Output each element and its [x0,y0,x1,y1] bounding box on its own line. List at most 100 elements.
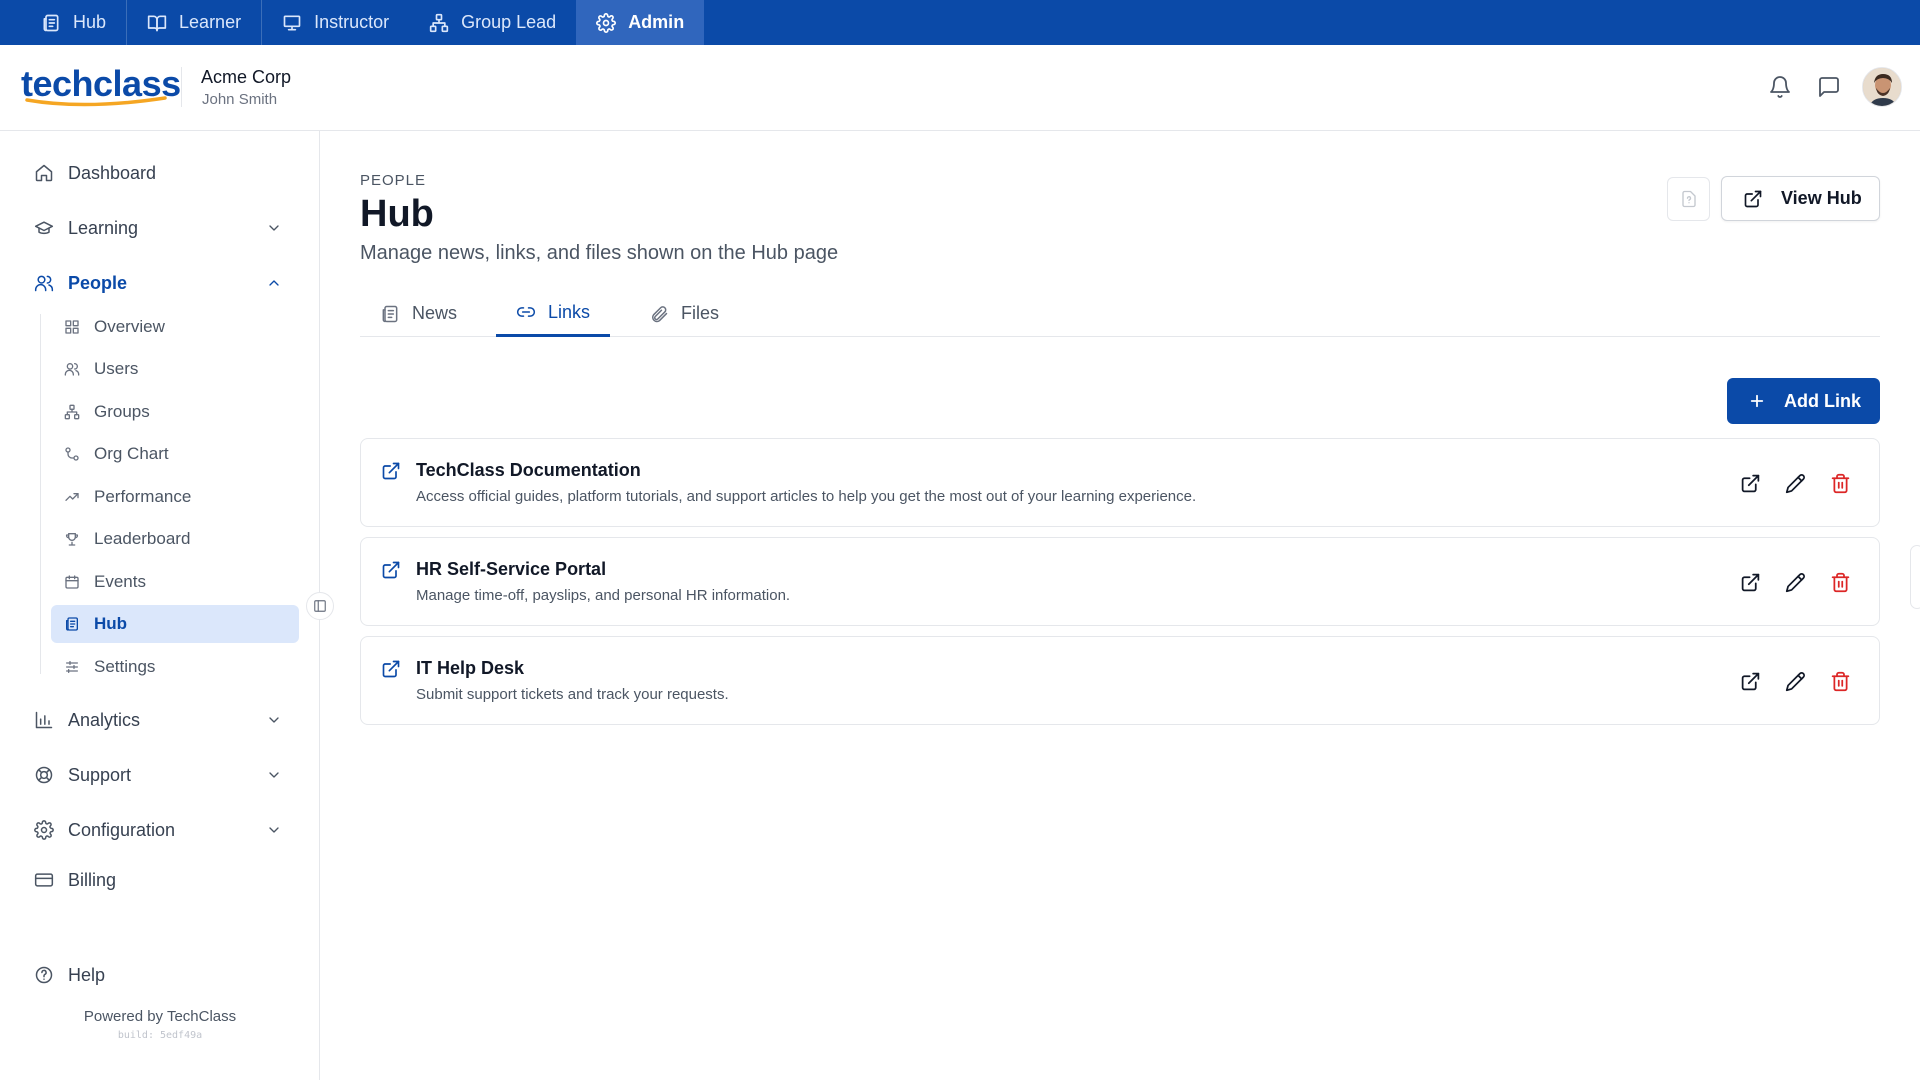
sidebar-item-label: Groups [94,402,150,421]
page-title: Hub [360,193,434,235]
sidebar-item-events[interactable]: Events [51,563,299,601]
role-tab-hub[interactable]: Hub [21,0,128,45]
tab-label: News [412,303,458,323]
sidebar-item-hub[interactable]: Hub [51,605,299,643]
external-link-icon [1741,474,1759,492]
notifications-bell-icon[interactable] [1768,75,1792,99]
sidebar-item-label: Help [68,964,106,985]
delete-link-button[interactable] [1827,470,1853,496]
help-circle-icon [35,966,53,984]
messages-icon[interactable] [1817,75,1841,99]
trash-icon [1831,572,1849,592]
life-buoy-icon [35,766,53,784]
role-tab-admin[interactable]: Admin [576,0,705,45]
sidebar-item-users[interactable]: Users [51,350,299,388]
sidebar-item-help[interactable]: Help [34,958,290,992]
sidebar-item-label: Learning [68,217,139,238]
sidebar-item-org-chart[interactable]: Org Chart [51,435,299,473]
view-hub-button[interactable]: View Hub [1721,176,1880,221]
logo-swoosh-icon [25,96,167,107]
edit-link-button[interactable] [1782,569,1808,595]
role-tab-instructor[interactable]: Instructor [262,0,409,45]
org-icon [64,404,80,420]
trending-up-icon [65,493,79,501]
powered-by-text: Powered by TechClass [83,1008,237,1025]
sidebar-item-label: Dashboard [68,162,157,183]
chevron-down-icon [269,225,279,231]
sidebar-item-label: Events [94,572,146,591]
sidebar-item-label: Analytics [68,709,141,730]
users-icon [64,363,80,376]
sidebar-item-people[interactable]: People [34,266,290,300]
app-header: techclass Acme Corp John Smith [0,45,1920,131]
tab-label: Links [548,301,591,322]
sidebar: Dashboard Learning People Overview Users… [0,131,320,1080]
chevron-down-icon [269,827,279,833]
link-item: IT Help Desk Submit support tickets and … [360,636,1880,725]
side-drawer-handle[interactable] [1910,545,1920,609]
plus-icon [1750,394,1764,408]
sidebar-item-leaderboard[interactable]: Leaderboard [51,520,299,558]
chevron-down-icon [269,717,279,723]
link-description: Manage time-off, payslips, and personal … [416,587,791,604]
role-label: Hub [73,12,107,32]
techclass-logo[interactable]: techclass [21,64,181,107]
sidebar-item-overview[interactable]: Overview [51,308,299,346]
trash-icon [1831,671,1849,691]
gear-icon [34,820,54,840]
submenu-guide-line [40,314,41,674]
external-link-icon [381,659,401,679]
sidebar-item-label: Leaderboard [94,529,191,548]
sidebar-item-label: Users [94,359,139,378]
home-icon [35,164,53,182]
tab-links[interactable]: Links [496,290,611,337]
sidebar-item-label: Performance [94,487,192,506]
page-help-button[interactable] [1667,177,1710,221]
pencil-icon [1785,572,1805,592]
gear-icon [596,12,617,33]
calendar-icon [65,575,79,589]
link-title: IT Help Desk [416,658,525,678]
file-question-icon [1681,190,1696,208]
sidebar-item-label: Billing [68,869,117,890]
page-description: Manage news, links, and files shown on t… [360,242,839,264]
pencil-icon [1785,473,1805,493]
add-link-button[interactable]: Add Link [1727,378,1880,424]
sliders-icon [66,661,78,673]
org-icon [429,13,449,32]
trophy-icon [65,533,79,546]
external-link-icon [1744,190,1762,207]
tab-news[interactable]: News [380,290,457,337]
delete-link-button[interactable] [1827,569,1853,595]
edit-link-button[interactable] [1782,668,1808,694]
sidebar-item-billing[interactable]: Billing [34,863,290,897]
role-switcher-bar: Hub Learner Instructor Group Lead Admin [0,0,1920,45]
book-icon [147,15,167,31]
open-link-button[interactable] [1737,569,1763,595]
link-description: Access official guides, platform tutoria… [416,488,1197,505]
sidebar-item-dashboard[interactable]: Dashboard [34,156,290,190]
sidebar-item-learning[interactable]: Learning [34,211,290,245]
tab-files[interactable]: Files [649,290,719,337]
sidebar-collapse-button[interactable] [306,592,334,620]
sidebar-item-groups[interactable]: Groups [51,393,299,431]
edit-link-button[interactable] [1782,470,1808,496]
sidebar-item-support[interactable]: Support [34,758,290,792]
role-tab-learner[interactable]: Learner [127,0,263,45]
delete-link-button[interactable] [1827,668,1853,694]
sidebar-item-analytics[interactable]: Analytics [34,703,290,737]
role-tab-group-lead[interactable]: Group Lead [409,0,576,45]
sidebar-item-performance[interactable]: Performance [51,478,299,516]
open-link-button[interactable] [1737,470,1763,496]
user-avatar[interactable] [1862,67,1902,107]
paperclip-icon [652,305,668,322]
sidebar-item-label: Support [68,764,132,785]
role-label: Learner [179,12,242,32]
section-eyebrow: PEOPLE [360,172,427,189]
view-hub-label: View Hub [1781,188,1862,208]
sidebar-item-settings[interactable]: Settings [51,648,299,686]
role-label: Instructor [314,12,390,32]
open-link-button[interactable] [1737,668,1763,694]
credit-card-icon [34,873,54,887]
sidebar-item-configuration[interactable]: Configuration [34,813,290,847]
